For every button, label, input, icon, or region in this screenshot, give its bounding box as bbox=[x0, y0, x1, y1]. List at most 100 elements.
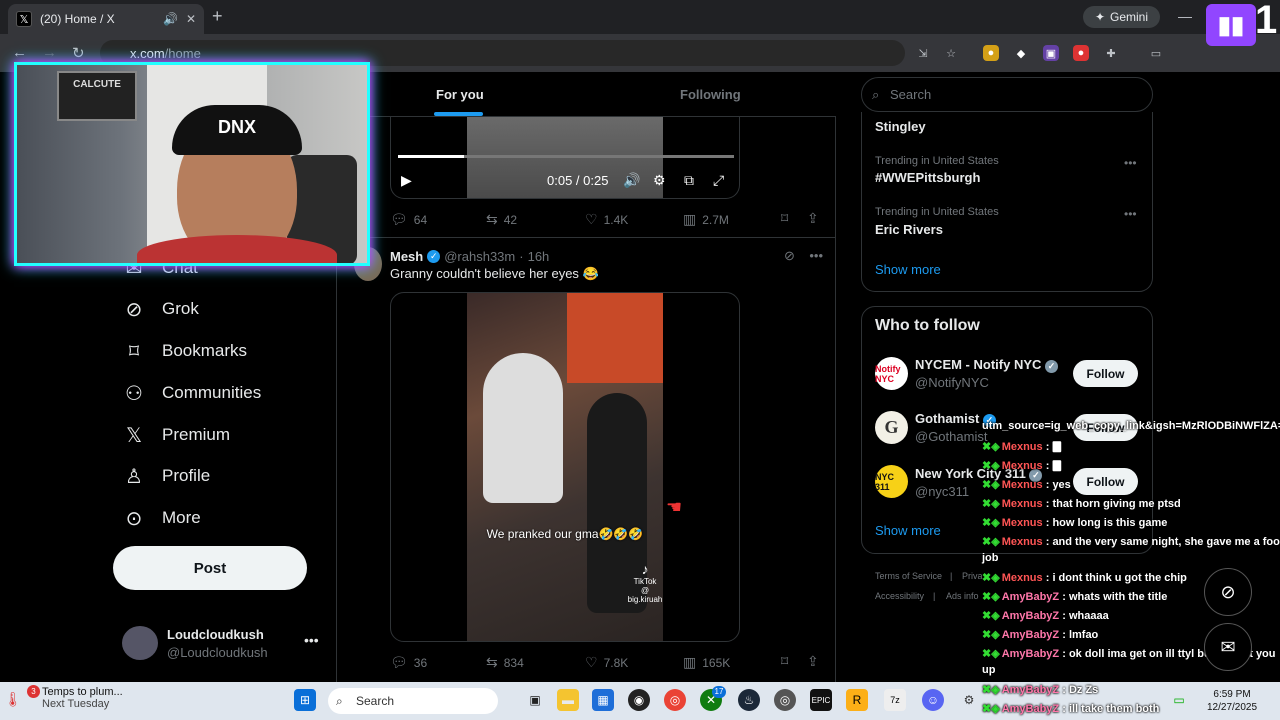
chat-username: Mexnus bbox=[1001, 460, 1043, 472]
trend-item[interactable]: #WWEPittsburgh bbox=[875, 170, 980, 185]
footer-ads-link[interactable]: Ads info bbox=[946, 591, 979, 601]
reply-button[interactable]: 💬︎ 36 bbox=[390, 654, 427, 671]
video-progress-bar[interactable] bbox=[398, 155, 734, 158]
views-icon: ▥ bbox=[683, 654, 697, 670]
7zip-icon[interactable]: 7z bbox=[884, 689, 906, 711]
fullscreen-icon[interactable]: ⤢ bbox=[713, 172, 724, 189]
windows-start-icon[interactable]: ⊞ bbox=[294, 689, 316, 711]
gemini-button[interactable]: ✦ Gemini bbox=[1083, 6, 1160, 28]
gemini-label: Gemini bbox=[1110, 10, 1149, 24]
tweet-video[interactable]: We pranked our gma🤣🤣🤣 ♪ TikTok @ big.kirua… bbox=[390, 292, 740, 642]
rockstar-icon[interactable]: R bbox=[846, 689, 868, 711]
settings-gear-icon[interactable]: ⚙ bbox=[958, 689, 980, 711]
like-button[interactable]: ♡ 1.4K bbox=[585, 211, 628, 228]
nav-more[interactable]: ⊙ More bbox=[122, 501, 201, 535]
post-button[interactable]: Post bbox=[113, 546, 307, 590]
follow-button[interactable]: Follow bbox=[1073, 468, 1138, 495]
avatar[interactable]: G bbox=[875, 411, 908, 444]
volume-icon[interactable]: 🔊 bbox=[623, 172, 640, 189]
like-button[interactable]: ♡ 7.8K bbox=[585, 654, 628, 671]
search-input[interactable]: ⌕ Search bbox=[861, 77, 1153, 112]
trend-more-icon[interactable]: ••• bbox=[1124, 207, 1137, 221]
nav-premium[interactable]: 𝕏 Premium bbox=[122, 418, 230, 452]
share-button[interactable]: ⇪ bbox=[807, 210, 819, 227]
install-app-icon[interactable]: ⇲ bbox=[915, 45, 931, 61]
nav-profile[interactable]: ♙ Profile bbox=[122, 459, 210, 493]
reply-button[interactable]: 💬︎ 64 bbox=[390, 211, 427, 228]
repost-button[interactable]: ⇆ 834 bbox=[486, 654, 524, 671]
bookmark-button[interactable]: ⌑ bbox=[781, 210, 788, 227]
extension-red-icon[interactable]: ● bbox=[1073, 45, 1089, 61]
settings-gear-icon[interactable]: ⚙ bbox=[653, 172, 666, 189]
trends-show-more[interactable]: Show more bbox=[875, 262, 941, 277]
app-icon[interactable]: ◎ bbox=[774, 689, 796, 711]
footer-privacy-link[interactable]: Priva bbox=[962, 571, 983, 581]
nav-communities[interactable]: ⚇ Communities bbox=[122, 376, 261, 410]
pip-icon[interactable]: ⧉ bbox=[684, 172, 694, 189]
repost-button[interactable]: ⇆ 42 bbox=[486, 211, 517, 228]
file-explorer-icon[interactable]: ▬ bbox=[557, 689, 579, 711]
steam-icon[interactable]: ♨ bbox=[738, 689, 760, 711]
follow-button[interactable]: Follow bbox=[1073, 360, 1138, 387]
reload-button[interactable]: ↻ bbox=[72, 44, 85, 62]
grok-float-button[interactable]: ⊘ bbox=[1204, 568, 1252, 616]
views-button[interactable]: ▥ 2.7M bbox=[683, 211, 729, 228]
follow-suggestion-name[interactable]: NYCEM - Notify NYC ✓ bbox=[915, 357, 1059, 373]
close-tab-icon[interactable]: ✕ bbox=[186, 12, 196, 26]
side-panel-icon[interactable]: ▭ bbox=[1148, 45, 1164, 61]
bookmark-icon: ⌑ bbox=[781, 653, 789, 669]
obs-icon[interactable]: ◉ bbox=[628, 689, 650, 711]
tweet-divider bbox=[336, 237, 836, 238]
tweet-author-name[interactable]: Mesh bbox=[390, 249, 423, 264]
account-more-icon[interactable]: ••• bbox=[304, 632, 319, 648]
back-button[interactable]: ← bbox=[12, 44, 27, 61]
chat-text: how long is this game bbox=[1052, 517, 1168, 529]
discord-icon[interactable]: ☺ bbox=[922, 689, 944, 711]
bookmark-button[interactable]: ⌑ bbox=[781, 653, 788, 670]
taskbar-search[interactable]: ⌕ Search bbox=[328, 688, 498, 714]
store-icon[interactable]: ▦ bbox=[592, 689, 614, 711]
new-tab-button[interactable]: + bbox=[212, 7, 223, 25]
extension-diamond-icon[interactable]: ◆ bbox=[1013, 45, 1029, 61]
views-button[interactable]: ▥ 165K bbox=[683, 654, 730, 671]
more-icon[interactable]: ••• bbox=[809, 248, 823, 263]
nav-bookmarks[interactable]: ⌑ Bookmarks bbox=[122, 334, 247, 368]
bookmark-star-icon[interactable]: ☆ bbox=[943, 45, 959, 61]
task-view-icon[interactable]: ▣ bbox=[524, 689, 546, 711]
search-icon: ⌕ bbox=[872, 86, 880, 102]
extension-color-icon[interactable]: ● bbox=[983, 45, 999, 61]
messages-float-button[interactable]: ✉ bbox=[1204, 623, 1252, 671]
minimize-button[interactable]: — bbox=[1178, 8, 1192, 24]
footer-terms-link[interactable]: Terms of Service bbox=[875, 571, 942, 581]
nav-grok[interactable]: ⊘ Grok bbox=[122, 292, 199, 326]
avatar[interactable]: Notify NYC bbox=[875, 357, 908, 390]
account-switcher[interactable]: Loudcloudkush @Loudcloudkush ••• bbox=[122, 626, 322, 662]
speaker-icon[interactable]: 🔊 bbox=[163, 12, 178, 26]
battery-icon[interactable]: ▭ bbox=[1168, 689, 1190, 711]
tweet-actions-top: ⊘ ••• bbox=[784, 248, 823, 264]
tiktok-label: TikTok bbox=[633, 577, 657, 586]
taskbar-clock[interactable]: 6:59 PM 12/27/2025 bbox=[1207, 688, 1257, 714]
extensions-puzzle-icon[interactable]: ✚ bbox=[1103, 45, 1119, 61]
chrome-icon[interactable]: ◎ bbox=[664, 689, 686, 711]
browser-tab[interactable]: 𝕏 (20) Home / X 🔊 ✕ bbox=[8, 4, 204, 34]
play-icon[interactable]: ▶ bbox=[401, 172, 412, 189]
trend-item[interactable]: Stingley bbox=[875, 119, 926, 134]
tweet-age[interactable]: 16h bbox=[528, 249, 550, 264]
grok-icon[interactable]: ⊘ bbox=[784, 248, 795, 263]
epic-games-icon[interactable]: EPIC bbox=[810, 689, 832, 711]
tab-following[interactable]: Following bbox=[680, 87, 741, 102]
video-frame: We pranked our gma🤣🤣🤣 ♪ TikTok @ big.kirua… bbox=[467, 293, 663, 641]
weather-icon[interactable]: 🌡︎ bbox=[4, 690, 22, 708]
extension-twitch-icon[interactable]: ▣ bbox=[1043, 45, 1059, 61]
tweet-author-handle[interactable]: @rahsh33m bbox=[444, 249, 515, 264]
share-button[interactable]: ⇪ bbox=[807, 653, 819, 670]
tab-for-you[interactable]: For you bbox=[436, 87, 484, 102]
follow-show-more[interactable]: Show more bbox=[875, 523, 941, 538]
trend-more-icon[interactable]: ••• bbox=[1124, 156, 1137, 170]
trend-item[interactable]: Eric Rivers bbox=[875, 222, 943, 237]
forward-button[interactable]: → bbox=[42, 44, 57, 61]
footer-accessibility-link[interactable]: Accessibility bbox=[875, 591, 924, 601]
avatar[interactable]: NYC 311 bbox=[875, 465, 908, 498]
chat-username: AmyBabyZ bbox=[1001, 629, 1060, 641]
